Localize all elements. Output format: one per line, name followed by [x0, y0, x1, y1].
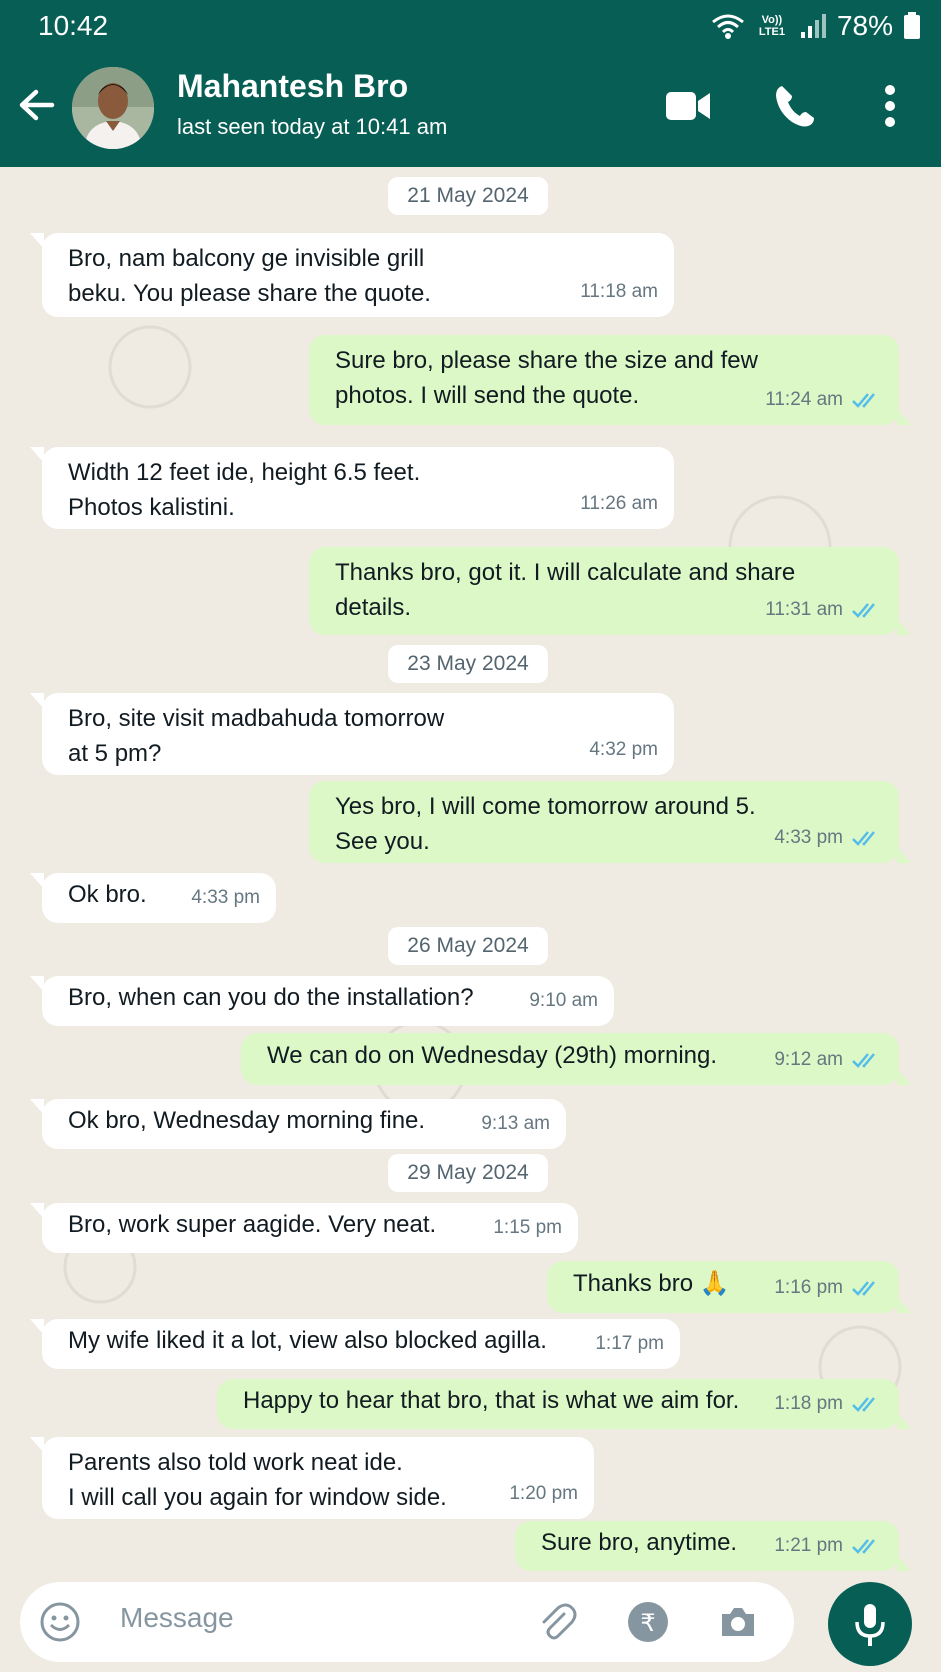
outgoing-message[interactable]: Sure bro, please share the size and few …	[309, 335, 911, 425]
incoming-message[interactable]: Bro, when can you do the installation? 9…	[30, 976, 614, 1026]
message-list: 21 May 2024 Bro, nam balcony ge invisibl…	[0, 167, 941, 1577]
message-time: 11:31 am	[765, 599, 843, 620]
message-input[interactable]: Message	[120, 1602, 234, 1634]
message-time: 9:12 am	[774, 1049, 843, 1070]
lte-indicator: Vo)) LTE1	[758, 14, 785, 38]
message-time: 1:20 pm	[509, 1483, 578, 1504]
message-meta: 11:18 am	[580, 274, 658, 309]
read-receipt-icon	[852, 1280, 875, 1296]
message-time: 1:18 pm	[774, 1393, 843, 1414]
message-text: Bro, work super aagide. Very neat.	[68, 1211, 437, 1238]
message-composer: Message ₹	[20, 1582, 794, 1662]
incoming-message[interactable]: Bro, nam balcony ge invisible grill beku…	[30, 233, 674, 317]
message-time: 4:33 pm	[774, 827, 843, 848]
read-receipt-icon	[852, 1538, 875, 1554]
message-meta: 4:32 pm	[589, 732, 658, 767]
svg-text:₹: ₹	[640, 1609, 655, 1637]
message-time: 1:17 pm	[595, 1333, 664, 1354]
message-time: 4:32 pm	[589, 739, 658, 760]
camera-icon[interactable]	[716, 1600, 760, 1644]
message-time: 11:18 am	[580, 281, 658, 302]
read-receipt-icon	[852, 392, 875, 408]
message-time: 9:10 am	[529, 990, 598, 1011]
read-receipt-icon	[852, 830, 875, 846]
message-time: 4:33 pm	[191, 887, 260, 908]
message-meta: 11:26 am	[580, 486, 658, 521]
message-meta: 1:20 pm	[509, 1476, 578, 1511]
message-time: 11:26 am	[580, 493, 658, 514]
back-arrow-icon[interactable]	[16, 84, 58, 126]
contact-avatar[interactable]	[72, 67, 154, 149]
microphone-icon	[855, 1604, 885, 1646]
date-divider: 26 May 2024	[388, 927, 548, 965]
message-meta: 9:12 am	[774, 1042, 883, 1077]
incoming-message[interactable]: Ok bro. 4:33 pm	[30, 873, 276, 923]
status-icons: Vo)) LTE1 78%	[711, 10, 921, 42]
voice-message-button[interactable]	[828, 1582, 912, 1666]
message-time: 1:21 pm	[774, 1535, 843, 1556]
message-meta: 11:31 am	[765, 592, 883, 627]
incoming-message[interactable]: Bro, site visit madbahuda tomorrow at 5 …	[30, 693, 674, 775]
read-receipt-icon	[852, 602, 875, 618]
message-meta: 11:24 am	[765, 382, 883, 417]
message-meta: 4:33 pm	[191, 880, 260, 915]
incoming-message[interactable]: Bro, work super aagide. Very neat. 1:15 …	[30, 1203, 578, 1253]
payment-icon[interactable]: ₹	[626, 1600, 670, 1644]
message-time: 9:13 am	[481, 1113, 550, 1134]
date-divider: 29 May 2024	[388, 1154, 548, 1192]
message-meta: 1:16 pm	[774, 1270, 883, 1305]
message-text: Parents also told work neat ide. I will …	[68, 1449, 447, 1511]
date-divider: 21 May 2024	[388, 177, 548, 215]
message-time: 1:15 pm	[493, 1217, 562, 1238]
wifi-icon	[712, 14, 744, 39]
date-divider: 23 May 2024	[388, 645, 548, 683]
attach-icon[interactable]	[534, 1600, 578, 1644]
outgoing-message[interactable]: Thanks bro 🙏 1:16 pm	[547, 1261, 911, 1313]
message-meta: 1:15 pm	[493, 1210, 562, 1245]
message-meta: 9:13 am	[481, 1106, 550, 1141]
message-meta: 1:17 pm	[595, 1326, 664, 1361]
message-text: Bro, site visit madbahuda tomorrow at 5 …	[68, 705, 445, 767]
contact-last-seen: last seen today at 10:41 am	[177, 114, 448, 139]
read-receipt-icon	[852, 1052, 875, 1068]
battery-percent: 78%	[836, 10, 893, 41]
outgoing-message[interactable]: Happy to hear that bro, that is what we …	[217, 1379, 911, 1429]
message-text: Bro, when can you do the installation?	[68, 984, 474, 1011]
message-text: Ok bro, Wednesday morning fine.	[68, 1107, 426, 1134]
message-text: My wife liked it a lot, view also blocke…	[68, 1327, 547, 1354]
message-text: Bro, nam balcony ge invisible grill beku…	[68, 245, 431, 307]
message-text: Width 12 feet ide, height 6.5 feet. Phot…	[68, 459, 421, 521]
chat-header: Mahantesh Bro last seen today at 10:41 a…	[0, 52, 941, 167]
message-meta: 9:10 am	[529, 983, 598, 1018]
contact-name[interactable]: Mahantesh Bro	[177, 68, 408, 105]
outgoing-message[interactable]: Thanks bro, got it. I will calculate and…	[309, 547, 911, 635]
outgoing-message[interactable]: Sure bro, anytime. 1:21 pm	[515, 1521, 911, 1571]
message-time: 1:16 pm	[774, 1277, 843, 1298]
message-meta: 1:18 pm	[774, 1386, 883, 1421]
status-time: 10:42	[38, 10, 109, 41]
message-time: 11:24 am	[765, 389, 843, 410]
avatar-photo	[72, 67, 154, 149]
message-meta: 1:21 pm	[774, 1528, 883, 1563]
incoming-message[interactable]: My wife liked it a lot, view also blocke…	[30, 1319, 680, 1369]
emoji-icon[interactable]	[38, 1600, 82, 1644]
signal-icon	[800, 14, 826, 38]
read-receipt-icon	[852, 1396, 875, 1412]
more-options-icon[interactable]	[864, 80, 916, 132]
incoming-message[interactable]: Parents also told work neat ide. I will …	[30, 1437, 594, 1519]
phone-call-icon[interactable]	[770, 80, 822, 132]
message-meta: 4:33 pm	[774, 820, 883, 855]
incoming-message[interactable]: Width 12 feet ide, height 6.5 feet. Phot…	[30, 447, 674, 529]
status-bar: 10:42 Vo)) LTE1 78%	[0, 0, 941, 52]
battery-icon	[904, 12, 920, 39]
video-call-icon[interactable]	[662, 80, 714, 132]
incoming-message[interactable]: Ok bro, Wednesday morning fine. 9:13 am	[30, 1099, 566, 1149]
outgoing-message[interactable]: We can do on Wednesday (29th) morning. 9…	[241, 1033, 911, 1085]
outgoing-message[interactable]: Yes bro, I will come tomorrow around 5. …	[309, 781, 911, 863]
